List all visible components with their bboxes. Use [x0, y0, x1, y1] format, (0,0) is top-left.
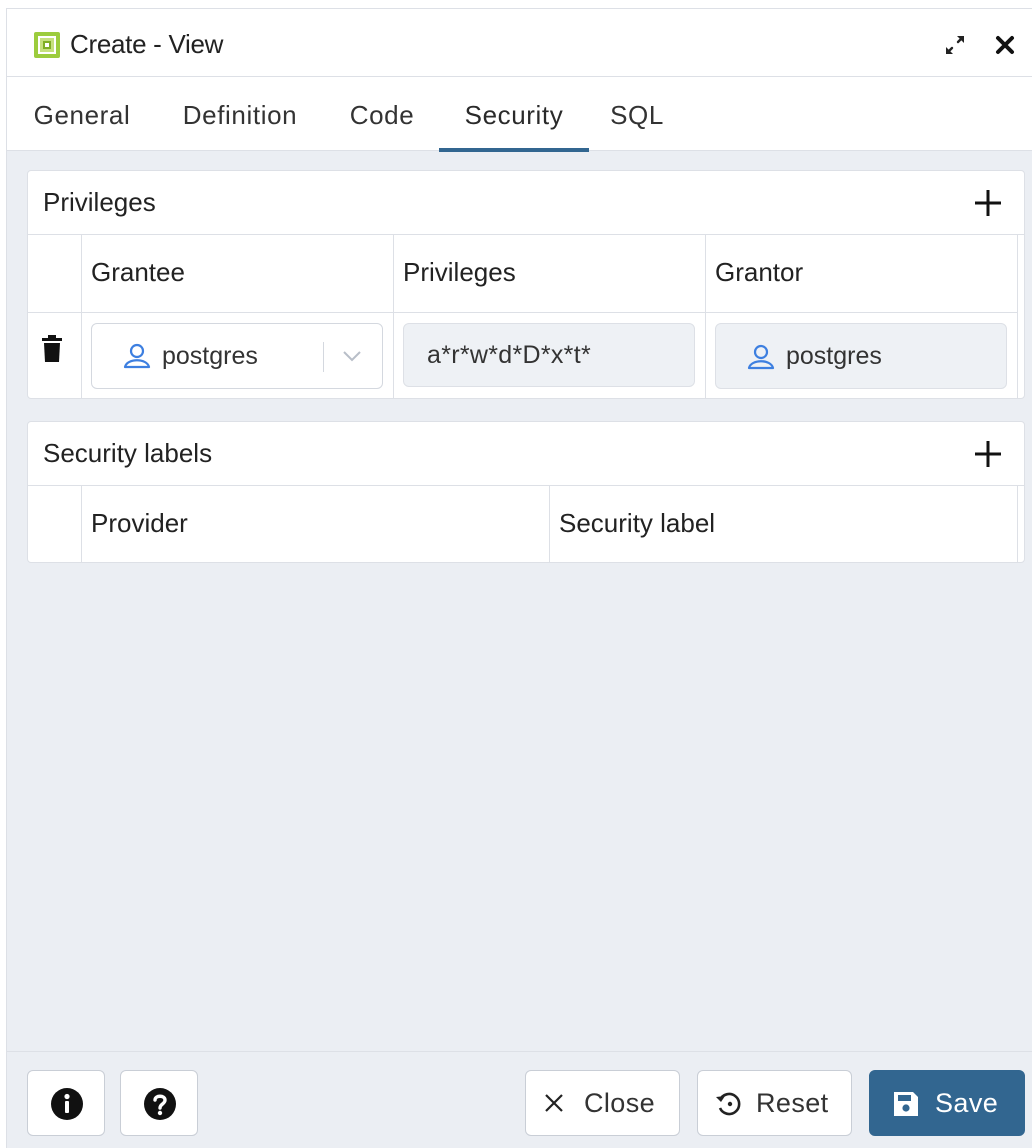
grantor-cell: postgres: [706, 313, 1018, 398]
security-labels-panel: Security labels Provider Security label: [27, 421, 1025, 563]
column-privileges[interactable]: Privileges: [394, 235, 706, 313]
user-icon: [747, 344, 775, 370]
column-grantee-label: Grantee: [91, 257, 185, 287]
tab-security[interactable]: Security: [439, 77, 589, 152]
security-labels-title: Security labels: [43, 438, 213, 468]
info-icon: [51, 1088, 83, 1120]
row-action-cell: [28, 313, 82, 398]
column-grantor-label: Grantor: [715, 257, 804, 287]
chevron-down-icon[interactable]: [341, 348, 363, 364]
grantee-cell: postgres: [82, 313, 394, 398]
info-button[interactable]: [27, 1070, 105, 1136]
save-button[interactable]: Save: [869, 1070, 1025, 1136]
privileges-action-column: [28, 235, 82, 313]
tab-code[interactable]: Code: [345, 77, 419, 151]
tab-general[interactable]: General: [27, 77, 137, 151]
column-privileges-label: Privileges: [403, 257, 516, 287]
trash-icon[interactable]: [41, 335, 63, 363]
grantor-value: postgres: [786, 342, 882, 370]
tab-definition[interactable]: Definition: [172, 77, 308, 151]
user-icon: [123, 343, 151, 369]
close-dialog-icon[interactable]: [991, 31, 1019, 59]
column-provider-label: Provider: [91, 508, 188, 538]
privileges-field[interactable]: a*r*w*d*D*x*t*: [403, 323, 695, 387]
dialog-footer: Close Reset Save: [7, 1051, 1032, 1148]
security-labels-header: Security labels: [28, 422, 1024, 486]
help-icon: [144, 1088, 176, 1120]
tab-sql[interactable]: SQL: [607, 77, 667, 151]
privileges-value: a*r*w*d*D*x*t*: [427, 341, 591, 369]
security-labels-action-column: [28, 486, 82, 562]
column-grantee[interactable]: Grantee: [82, 235, 394, 313]
column-grantor[interactable]: Grantor: [706, 235, 1018, 313]
grantor-field: postgres: [715, 323, 1007, 389]
privileges-cell: a*r*w*d*D*x*t*: [394, 313, 706, 398]
add-security-label-icon[interactable]: [972, 438, 1004, 470]
select-divider: [323, 342, 324, 372]
reset-button[interactable]: Reset: [697, 1070, 852, 1136]
column-security-label-label: Security label: [559, 508, 716, 538]
dialog-title: Create - View: [70, 29, 224, 59]
column-provider[interactable]: Provider: [82, 486, 550, 562]
column-security-label[interactable]: Security label: [550, 486, 1018, 562]
save-label: Save: [935, 1088, 999, 1118]
privileges-title: Privileges: [43, 187, 156, 217]
create-view-dialog: Create - View General Definition Code Se…: [6, 8, 1032, 1148]
save-icon: [894, 1092, 918, 1116]
dialog-titlebar: Create - View: [7, 9, 1032, 77]
tab-bar: General Definition Code Security SQL: [7, 77, 1032, 152]
privileges-header: Privileges: [28, 171, 1024, 235]
privileges-panel: Privileges Grantee Privileges Grantor po…: [27, 170, 1025, 399]
view-icon: [34, 32, 60, 58]
grantee-value: postgres: [162, 342, 258, 370]
add-privilege-icon[interactable]: [972, 187, 1004, 219]
close-button[interactable]: Close: [525, 1070, 680, 1136]
close-label: Close: [584, 1088, 656, 1118]
grantee-select[interactable]: postgres: [91, 323, 383, 389]
close-icon: [545, 1094, 563, 1112]
expand-icon[interactable]: [941, 31, 969, 59]
help-button[interactable]: [120, 1070, 198, 1136]
reset-label: Reset: [756, 1088, 829, 1118]
reset-icon: [716, 1092, 741, 1116]
